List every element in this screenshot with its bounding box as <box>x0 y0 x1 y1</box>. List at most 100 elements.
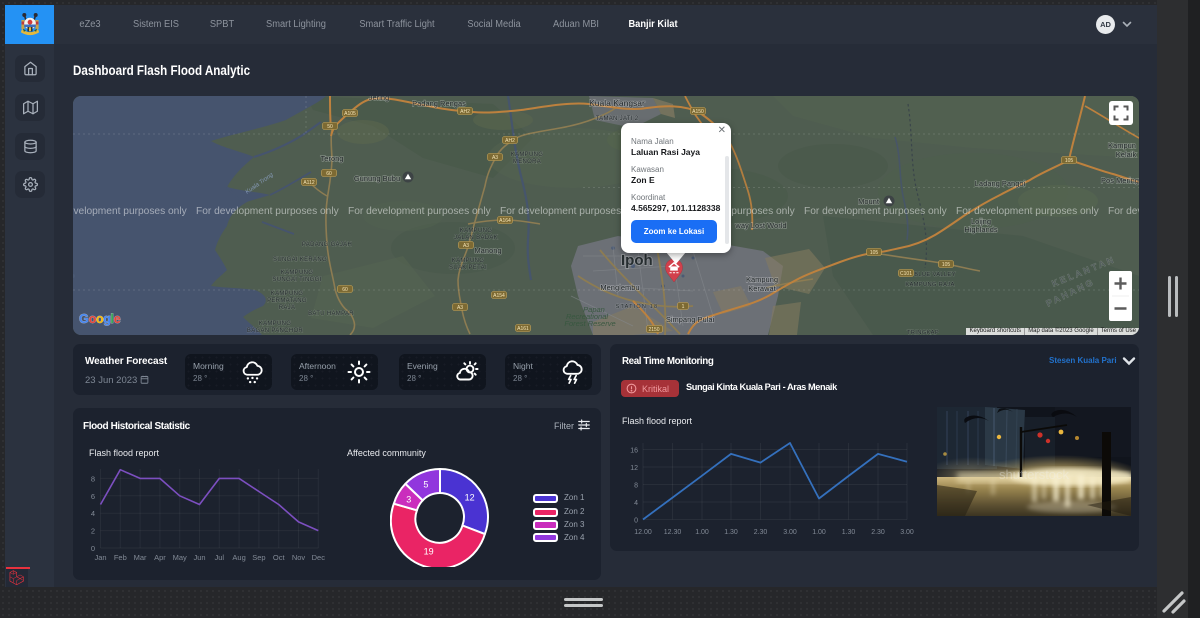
svg-text:TRINGKAP: TRINGKAP <box>907 330 939 335</box>
svg-text:3: 3 <box>406 495 411 505</box>
svg-text:2: 2 <box>91 527 95 536</box>
svg-text:Menglembu: Menglembu <box>600 283 639 292</box>
svg-text:A3: A3 <box>492 155 498 161</box>
svg-text:12.30: 12.30 <box>664 529 682 536</box>
svg-text:60: 60 <box>342 287 348 293</box>
svg-text:Ladang Pangoi: Ladang Pangoi <box>975 179 1026 188</box>
svg-text:12.00: 12.00 <box>634 529 652 536</box>
svg-text:For development purposes only: For development purposes only <box>196 206 340 217</box>
svg-text:RAJA: RAJA <box>279 305 296 311</box>
svg-text:Forest Reserve: Forest Reserve <box>564 319 615 328</box>
svg-text:3.00: 3.00 <box>783 529 797 536</box>
svg-text:A105: A105 <box>344 111 356 117</box>
svg-text:105: 105 <box>1065 158 1074 164</box>
svg-text:12: 12 <box>630 465 638 472</box>
svg-text:Sep: Sep <box>252 553 265 562</box>
svg-text:1.00: 1.00 <box>812 529 826 536</box>
svg-text:A164: A164 <box>499 218 511 224</box>
svg-text:BATU HAMPAR: BATU HAMPAR <box>308 311 354 317</box>
svg-text:Pos Mering: Pos Mering <box>1101 176 1139 185</box>
svg-text:2.30: 2.30 <box>754 529 768 536</box>
svg-text:Jul: Jul <box>215 553 225 562</box>
svg-text:BLUE VALLEY: BLUE VALLEY <box>914 272 956 278</box>
svg-text:Nov: Nov <box>292 553 306 562</box>
svg-text:C101: C101 <box>900 271 912 277</box>
svg-text:Simpang Pulai: Simpang Pulai <box>666 315 715 324</box>
svg-text:1: 1 <box>682 304 685 310</box>
svg-text:105: 105 <box>870 250 879 256</box>
svg-text:1.30: 1.30 <box>842 529 856 536</box>
svg-text:19: 19 <box>424 547 434 557</box>
svg-text:AH2: AH2 <box>460 109 470 115</box>
svg-text:5: 5 <box>423 480 428 490</box>
svg-text:Kelaik: Kelaik <box>1116 150 1137 159</box>
svg-text:JALAN BADAK: JALAN BADAK <box>454 235 498 241</box>
svg-text:A150: A150 <box>692 109 704 115</box>
svg-text:50: 50 <box>327 124 333 130</box>
svg-text:KAMPUNG RAJA: KAMPUNG RAJA <box>905 282 954 288</box>
svg-text:BAGAN PANCHOR: BAGAN PANCHOR <box>247 328 303 334</box>
svg-text:Kampun: Kampun <box>1108 141 1136 150</box>
svg-text:G: G <box>79 312 89 326</box>
svg-text:MENORA: MENORA <box>513 159 541 165</box>
svg-text:Feb: Feb <box>114 553 127 562</box>
svg-text:Kampung: Kampung <box>746 275 778 284</box>
svg-text:For development purposes only: For development purposes only <box>348 206 492 217</box>
svg-text:KAMPUNG: KAMPUNG <box>511 152 543 158</box>
svg-text:Manong: Manong <box>474 246 501 255</box>
svg-text:PADANG GAJAH: PADANG GAJAH <box>302 242 352 248</box>
svg-text:2150: 2150 <box>648 327 659 333</box>
svg-text:For development purposes only: For development purposes only <box>1108 206 1139 217</box>
svg-text:12: 12 <box>465 493 475 503</box>
svg-text:Mount: Mount <box>858 197 880 206</box>
svg-text:KAMPUNG: KAMPUNG <box>281 270 313 276</box>
svg-text:Dec: Dec <box>312 553 326 562</box>
svg-text:For development purposes only: For development purposes only <box>804 206 948 217</box>
svg-text:May: May <box>173 553 187 562</box>
svg-text:4: 4 <box>634 500 638 507</box>
svg-text:Jan: Jan <box>94 553 106 562</box>
svg-text:Jering: Jering <box>369 96 389 102</box>
svg-text:16: 16 <box>630 448 638 455</box>
svg-text:8: 8 <box>634 483 638 490</box>
svg-text:KAMPUNG: KAMPUNG <box>271 291 303 297</box>
svg-text:1.30: 1.30 <box>724 529 738 536</box>
svg-text:way Lost World: way Lost World <box>734 221 786 230</box>
svg-text:e: e <box>114 312 121 326</box>
svg-text:Kuala Kangsar: Kuala Kangsar <box>589 98 645 108</box>
svg-text:SUNGAI TINGGI: SUNGAI TINGGI <box>272 277 321 283</box>
svg-text:0: 0 <box>634 518 638 525</box>
svg-text:AH2: AH2 <box>505 138 515 144</box>
svg-text:Apr: Apr <box>154 553 166 562</box>
svg-text:KAMPUNG: KAMPUNG <box>259 321 291 327</box>
svg-text:A3: A3 <box>457 305 463 311</box>
svg-text:Kerawat: Kerawat <box>748 284 776 293</box>
svg-text:Aug: Aug <box>232 553 245 562</box>
svg-text:SUNGAI KERANG: SUNGAI KERANG <box>273 257 327 263</box>
svg-text:0: 0 <box>91 544 95 553</box>
svg-text:Highlands: Highlands <box>964 225 998 234</box>
svg-text:Gunung Bubu: Gunung Bubu <box>354 174 400 183</box>
svg-text:3.00: 3.00 <box>900 529 914 536</box>
svg-text:shutterstock: shutterstock <box>999 467 1070 482</box>
svg-text:105: 105 <box>942 262 951 268</box>
svg-text:SUAK PETAI: SUAK PETAI <box>449 265 487 271</box>
svg-text:A154: A154 <box>493 293 505 299</box>
svg-text:For development purposes only: For development purposes only <box>73 206 188 217</box>
svg-text:Oct: Oct <box>273 553 286 562</box>
svg-text:PERMATANG: PERMATANG <box>267 298 307 304</box>
svg-text:8: 8 <box>91 474 95 483</box>
svg-text:Jun: Jun <box>193 553 205 562</box>
svg-text:For development purposes only: For development purposes only <box>956 206 1100 217</box>
svg-text:TAMAN JATI 2: TAMAN JATI 2 <box>596 116 639 122</box>
svg-text:A3: A3 <box>463 243 469 249</box>
svg-text:Padang Rengas: Padang Rengas <box>412 99 466 108</box>
svg-text:Terong: Terong <box>321 154 344 163</box>
svg-text:KAMPUNG: KAMPUNG <box>460 228 492 234</box>
svg-text:1.00: 1.00 <box>695 529 709 536</box>
svg-text:A161: A161 <box>517 326 529 332</box>
svg-text:2.30: 2.30 <box>871 529 885 536</box>
svg-text:A112: A112 <box>303 180 315 186</box>
svg-text:Mar: Mar <box>134 553 147 562</box>
svg-text:Ipoh: Ipoh <box>621 252 653 269</box>
